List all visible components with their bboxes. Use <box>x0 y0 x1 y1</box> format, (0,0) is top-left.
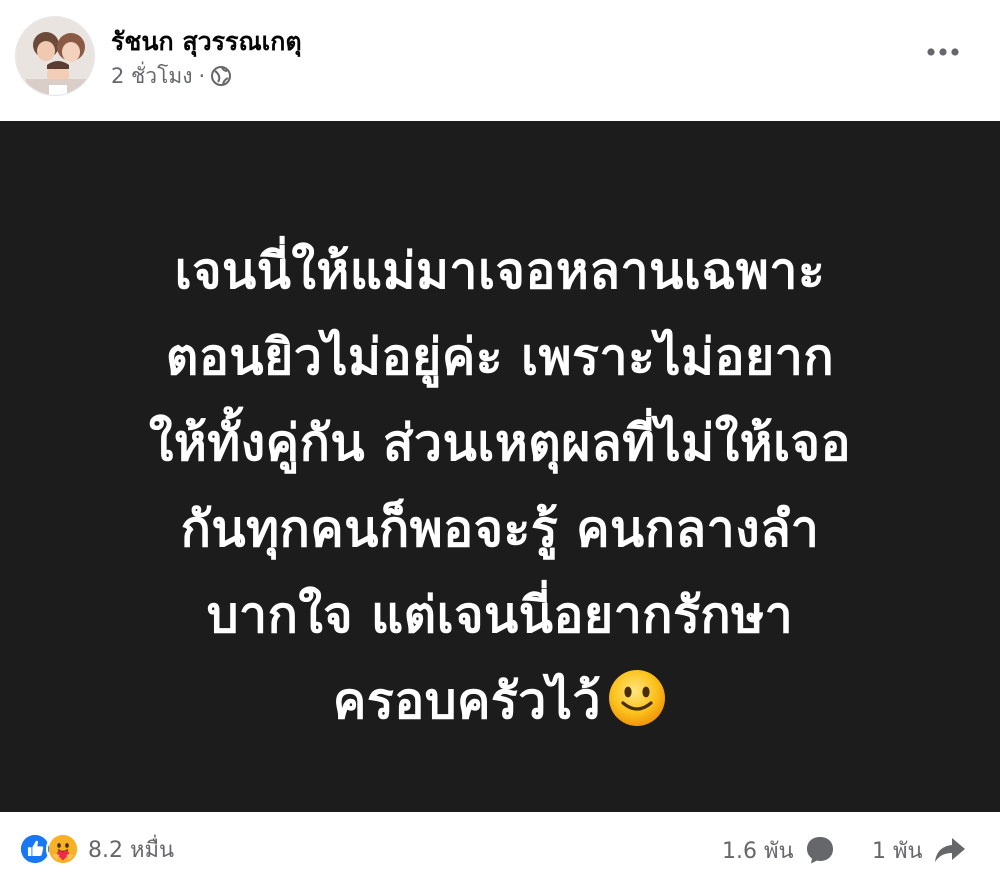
post-meta: 2 ชั่วโมง · <box>111 62 232 90</box>
comments-count: 1.6 พัน <box>722 838 794 864</box>
post-image-text: เจนนี่ให้แม่มาเจอหลานเฉพาะ ตอนยิวไม่อยู่… <box>30 228 970 744</box>
slightly-smiling-face-icon <box>607 668 667 728</box>
post-text-line-4: กันทุกคนก็พอจะรู้ คนกลางลำ <box>180 500 820 558</box>
comments-count-button[interactable]: 1.6 พัน <box>722 834 836 866</box>
share-arrow-icon <box>934 838 965 862</box>
meta-separator: · <box>198 64 206 88</box>
more-options-button[interactable] <box>914 32 972 72</box>
shares-count-button[interactable]: 1 พัน <box>872 834 967 866</box>
comment-bubble-icon <box>806 837 833 864</box>
reactions-summary[interactable]: 8.2 หมื่น <box>18 832 174 866</box>
post-time[interactable]: 2 ชั่วโมง <box>111 60 192 93</box>
globe-icon[interactable] <box>210 65 232 87</box>
post-header: รัชนก สุวรรณเกตุ 2 ชั่วโมง · <box>0 0 1000 120</box>
author-avatar[interactable] <box>15 16 95 96</box>
post-text-line-6-text: ครอบครัวไว้ <box>332 672 602 730</box>
post-text-line-3: ให้ทั้งคู่กัน ส่วนเหตุผลที่ไม่ให้เจอ <box>148 414 852 472</box>
care-icon <box>46 832 80 866</box>
more-dots-icon <box>927 48 959 56</box>
author-name[interactable]: รัชนก สุวรรณเกตุ <box>111 22 302 62</box>
post-text-image[interactable]: เจนนี่ให้แม่มาเจอหลานเฉพาะ ตอนยิวไม่อยู่… <box>0 121 1000 812</box>
post-text-line-2: ตอนยิวไม่อยู่ค่ะ เพราะไม่อยาก <box>165 328 835 386</box>
post-text-line-1: เจนนี่ให้แม่มาเจอหลานเฉพาะ <box>174 242 826 300</box>
post-footer: 8.2 หมื่น 1.6 พัน 1 พัน <box>0 812 1000 882</box>
avatar-photo <box>16 17 94 95</box>
post-text-line-6: ครอบครัวไว้ <box>30 658 970 744</box>
reaction-count: 8.2 หมื่น <box>88 837 175 863</box>
post-text-line-5: บากใจ แต่เจนนี่อยากรักษา <box>206 586 794 644</box>
shares-count: 1 พัน <box>872 838 923 864</box>
